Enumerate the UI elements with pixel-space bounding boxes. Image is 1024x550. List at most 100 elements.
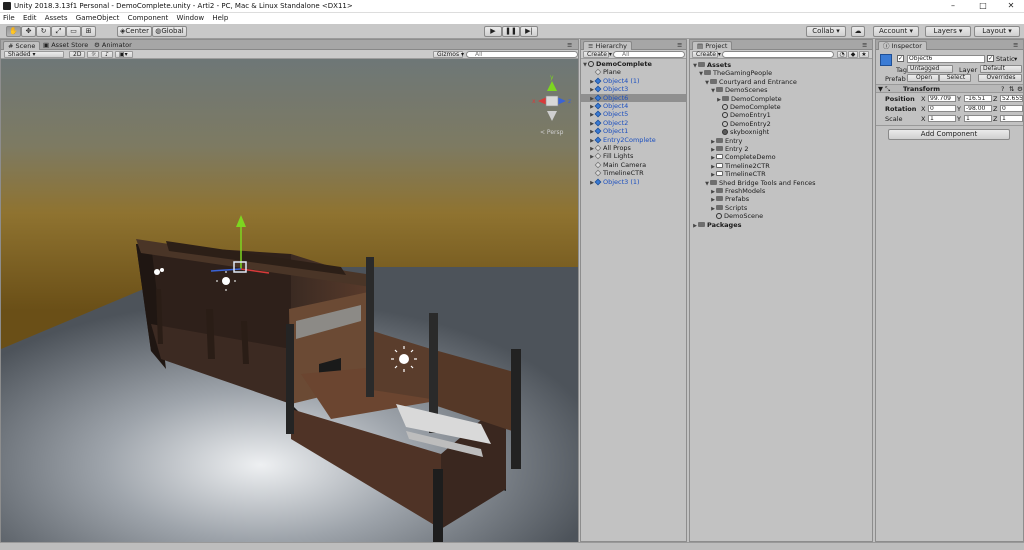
scene-viewport[interactable]: y x z < Persp [1, 59, 578, 542]
hierarchy-item[interactable]: Main Camera [581, 161, 686, 169]
layer-dropdown[interactable]: Default [980, 65, 1022, 73]
project-item[interactable]: ▶ Packages [690, 221, 872, 229]
project-item[interactable]: ▶ Entry 2 [690, 145, 872, 153]
cloud-button[interactable]: ☁ [851, 26, 865, 37]
hierarchy-item[interactable]: ▶ Object1 [581, 127, 686, 135]
menu-component[interactable]: Component [125, 13, 172, 24]
menu-window[interactable]: Window [174, 13, 208, 24]
rotation-z-field[interactable]: 0 [1000, 105, 1023, 112]
play-button[interactable]: ▶ [484, 26, 502, 37]
tab-hierarchy[interactable]: ≡ Hierarchy [583, 41, 632, 50]
scale-z-field[interactable]: 1 [1000, 115, 1023, 122]
audio-toggle[interactable]: ♪ [101, 51, 113, 58]
transform-header[interactable]: ▼ ⤡ Transform ? ⇅ ⚙ [876, 84, 1023, 93]
pause-button[interactable]: ❚❚ [502, 26, 520, 37]
scale-x-field[interactable]: 1 [928, 115, 956, 122]
tab-project[interactable]: ▤ Project [692, 41, 733, 50]
pivot-center-button[interactable]: ◈Center [117, 26, 152, 37]
project-item[interactable]: ▶ Scripts [690, 204, 872, 212]
help-icon[interactable]: ? [1001, 85, 1004, 93]
lighting-toggle[interactable]: ☼ [87, 51, 99, 58]
tab-asset-store[interactable]: ▣ Asset Store [39, 41, 92, 50]
hierarchy-item[interactable]: ▶ Object5 [581, 110, 686, 118]
persp-label[interactable]: < Persp [540, 129, 564, 136]
maximize-button[interactable]: □ [970, 0, 996, 12]
gizmos-dropdown[interactable]: Gizmos ▾ [433, 51, 464, 58]
effects-dropdown[interactable]: ▣▾ [115, 51, 133, 58]
project-create-button[interactable]: Create ▾ [692, 51, 721, 58]
hierarchy-item[interactable]: ▶ Fill Lights [581, 152, 686, 160]
move-tool-button[interactable]: ✥ [21, 26, 36, 37]
scale-tool-button[interactable]: ⤢ [51, 26, 66, 37]
object-name-field[interactable]: Object6 [907, 55, 985, 63]
layers-button[interactable]: Layers ▾ [925, 26, 971, 37]
project-item[interactable]: ▶ CompleteDemo [690, 153, 872, 161]
scale-y-field[interactable]: 1 [964, 115, 992, 122]
menu-edit[interactable]: Edit [20, 13, 40, 24]
project-search-input[interactable] [722, 51, 834, 58]
rotation-x-field[interactable]: 0 [928, 105, 956, 112]
menu-gameobject[interactable]: GameObject [73, 13, 123, 24]
static-dropdown-icon[interactable]: ▾ [1014, 55, 1017, 63]
project-item[interactable]: DemoComplete [690, 103, 872, 111]
rotate-tool-button[interactable]: ↻ [36, 26, 51, 37]
tag-dropdown[interactable]: Untagged [907, 65, 953, 73]
add-component-button[interactable]: Add Component [888, 129, 1010, 140]
hierarchy-item[interactable]: ▶ All Props [581, 144, 686, 152]
step-button[interactable]: ▶| [520, 26, 538, 37]
hierarchy-item[interactable]: ▶ Object3 [581, 85, 686, 93]
shading-mode-dropdown[interactable]: Shaded ▾ [4, 51, 64, 58]
prefab-open-button[interactable]: Open [907, 74, 939, 82]
rotation-y-field[interactable]: -98.00 [964, 105, 992, 112]
tab-animator[interactable]: ⚙ Animator [90, 41, 136, 50]
filter-label-button[interactable]: ◆ [848, 51, 858, 58]
hierarchy-create-button[interactable]: Create ▾ [583, 51, 612, 58]
inspector-menu-icon[interactable]: ≡ [1013, 41, 1018, 50]
tab-inspector[interactable]: ⓘ Inspector [878, 41, 927, 50]
project-item[interactable]: ▼ Assets [690, 61, 872, 69]
position-z-field[interactable]: 52.655 [1000, 95, 1023, 102]
project-item[interactable]: ▼ DemoScenes [690, 86, 872, 94]
hierarchy-menu-icon[interactable]: ≡ [677, 41, 682, 50]
favorite-button[interactable]: ★ [859, 51, 869, 58]
project-item[interactable]: ▶ Timeline2CTR [690, 162, 872, 170]
preset-icon[interactable]: ⇅ [1009, 85, 1014, 93]
project-item[interactable]: ▼ TheGamingPeople [690, 69, 872, 77]
minimize-button[interactable]: – [940, 0, 966, 12]
hierarchy-item[interactable]: ▶ Object4 [581, 102, 686, 110]
expand-arrow-icon[interactable]: ▶ [589, 179, 595, 187]
menu-file[interactable]: File [0, 13, 18, 24]
project-item[interactable]: DemoScene [690, 212, 872, 220]
layout-button[interactable]: Layout ▾ [974, 26, 1020, 37]
hierarchy-item[interactable]: ▶ Object2 [581, 119, 686, 127]
project-menu-icon[interactable]: ≡ [862, 41, 867, 50]
2d-toggle[interactable]: 2D [69, 51, 85, 58]
scene-search-input[interactable]: All [466, 51, 578, 58]
project-item[interactable]: skyboxnight [690, 128, 872, 136]
hierarchy-item[interactable]: ▶ Entry2Complete [581, 136, 686, 144]
static-checkbox[interactable]: ✓ [987, 55, 994, 62]
menu-help[interactable]: Help [209, 13, 231, 24]
menu-assets[interactable]: Assets [42, 13, 71, 24]
hierarchy-item[interactable]: ▶ Object4 (1) [581, 77, 686, 85]
panel-menu-icon[interactable]: ≡ [567, 41, 572, 50]
rect-tool-button[interactable]: ▭ [66, 26, 81, 37]
project-item[interactable]: ▼ Shed Bridge Tools and Fences [690, 179, 872, 187]
global-space-button[interactable]: ◍Global [152, 26, 187, 37]
hand-tool-button[interactable]: ✋ [6, 26, 21, 37]
project-item[interactable]: ▶ FreshModels [690, 187, 872, 195]
hierarchy-search-input[interactable]: All [613, 51, 685, 58]
scene-root-row[interactable]: ▼ DemoComplete [582, 60, 686, 68]
project-item[interactable]: ▶ DemoComplete [690, 95, 872, 103]
settings-gear-icon[interactable]: ⚙ [1017, 85, 1023, 93]
project-item[interactable]: ▶ TimelineCTR [690, 170, 872, 178]
hierarchy-item[interactable]: ▶ Object6 [581, 93, 686, 102]
project-item[interactable]: ▼ Courtyard and Entrance [690, 78, 872, 86]
hierarchy-item[interactable]: ▶ Object3 (1) [581, 178, 686, 186]
project-item[interactable]: DemoEntry2 [690, 120, 872, 128]
account-button[interactable]: Account ▾ [873, 26, 919, 37]
position-x-field[interactable]: 99.709 [928, 95, 956, 102]
hierarchy-item[interactable]: TimelineCTR [581, 169, 686, 177]
close-button[interactable]: ✕ [998, 0, 1024, 12]
filter-type-button[interactable]: ◔ [837, 51, 847, 58]
